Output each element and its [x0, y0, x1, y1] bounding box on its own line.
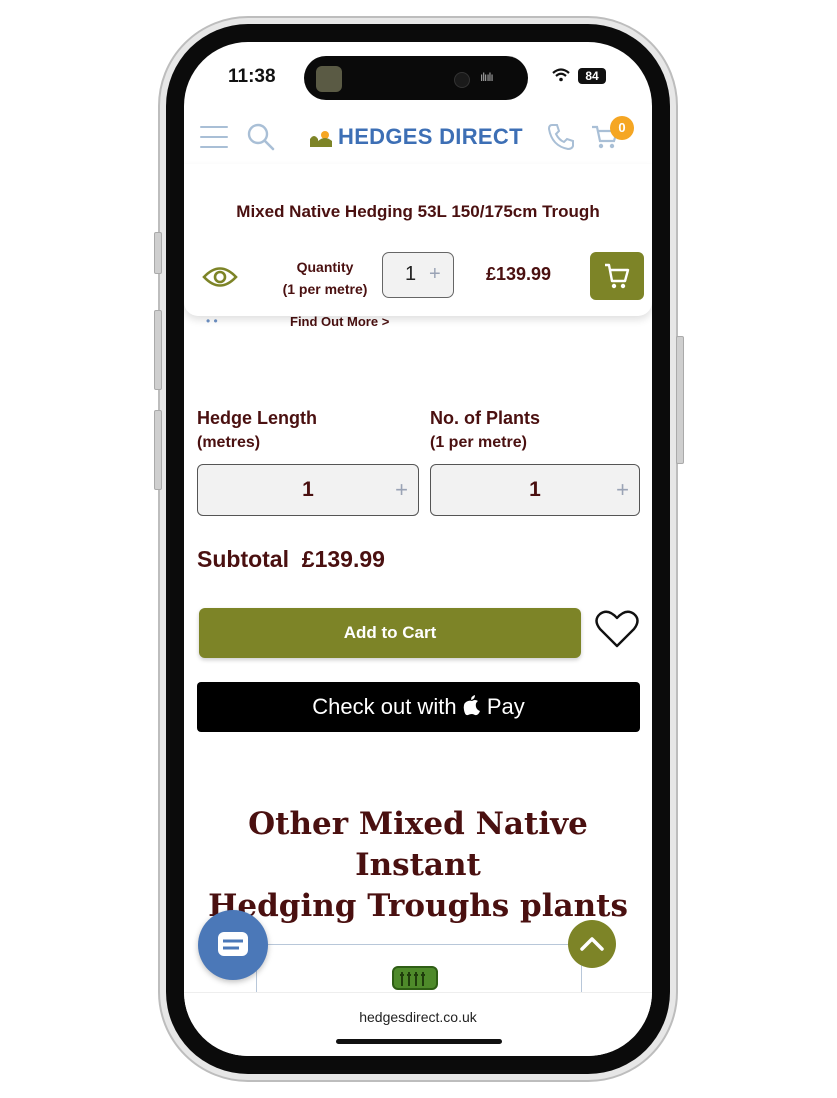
- sticky-product-bar: Mixed Native Hedging 53L 150/175cm Troug…: [184, 164, 652, 316]
- plus-icon[interactable]: +: [616, 477, 629, 503]
- wifi-icon: [552, 68, 570, 85]
- audio-wave-icon: ılıılı: [480, 70, 494, 84]
- plants-value: 1: [529, 478, 541, 501]
- site-header: HEDGES DIRECT 0: [184, 116, 652, 165]
- status-time: 11:38: [228, 66, 276, 87]
- plants-label: No. of Plants: [430, 408, 541, 428]
- heading-line-1: Other Mixed Native Instant: [248, 806, 588, 883]
- home-indicator: [336, 1039, 502, 1044]
- apple-pay-suffix: Pay: [486, 694, 525, 719]
- subtotal-value: £139.99: [301, 546, 385, 572]
- sticky-add-to-cart-button[interactable]: [590, 252, 644, 300]
- tree-icon: [392, 966, 438, 992]
- sticky-price: £139.99: [486, 264, 552, 284]
- plus-icon[interactable]: +: [429, 263, 441, 286]
- phone-action-button: [154, 232, 162, 274]
- phone-volume-down: [154, 410, 162, 490]
- subtotal-label: Subtotal: [197, 546, 289, 572]
- apple-pay-prefix: Check out with: [312, 694, 457, 719]
- plants-input[interactable]: 1 +: [430, 464, 640, 516]
- apple-icon: [463, 694, 487, 719]
- search-icon[interactable]: [246, 122, 276, 152]
- camera-dot: [454, 72, 470, 88]
- subtotal: Subtotal £139.99: [197, 546, 385, 573]
- chat-icon[interactable]: [198, 910, 268, 980]
- add-to-cart-button[interactable]: Add to Cart: [199, 608, 581, 658]
- plants-sublabel: (1 per metre): [430, 434, 527, 451]
- hedge-length-label: Hedge Length: [197, 408, 317, 428]
- quantity-label-line1: Quantity: [296, 259, 354, 275]
- now-playing-thumbnail: [316, 66, 342, 92]
- heart-icon[interactable]: [594, 608, 640, 650]
- sticky-product-title: Mixed Native Hedging 53L 150/175cm Troug…: [236, 202, 600, 221]
- battery-icon: 84: [578, 68, 606, 84]
- related-products-heading: Other Mixed Native Instant Hedging Troug…: [184, 804, 652, 927]
- brand-logo[interactable]: HEDGES DIRECT: [338, 124, 523, 150]
- quantity-label-line2: (1 per metre): [282, 281, 368, 297]
- find-out-more-link[interactable]: Find Out More >: [290, 314, 389, 329]
- hedge-length-sublabel: (metres): [197, 434, 261, 451]
- plus-icon[interactable]: +: [395, 477, 408, 503]
- hedge-length-input[interactable]: 1 +: [197, 464, 419, 516]
- hedge-length-value: 1: [302, 478, 314, 501]
- apple-pay-button[interactable]: Check out with Pay: [197, 682, 640, 732]
- phone-power-button: [676, 336, 684, 464]
- quantity-label: Quantity (1 per metre): [270, 256, 380, 300]
- dynamic-island: ılıılı: [304, 56, 528, 100]
- phone-icon[interactable]: [546, 122, 576, 152]
- cart-count-badge: 0: [610, 116, 634, 140]
- arrow-up-icon[interactable]: [568, 920, 616, 968]
- phone-volume-up: [154, 310, 162, 390]
- logo-icon: [310, 129, 332, 147]
- partial-icons: • •: [206, 314, 218, 328]
- quantity-stepper[interactable]: 1 +: [382, 252, 454, 298]
- quantity-value: 1: [405, 263, 417, 285]
- screen: 11:38 ılıılı 84 HEDGES DIRECT 0 • • Find…: [184, 42, 652, 1056]
- browser-address-bar[interactable]: hedgesdirect.co.uk: [184, 992, 652, 1056]
- menu-icon[interactable]: [200, 126, 228, 150]
- url-text[interactable]: hedgesdirect.co.uk: [184, 1009, 652, 1025]
- eye-icon[interactable]: [202, 262, 238, 292]
- cart-icon: [605, 263, 630, 289]
